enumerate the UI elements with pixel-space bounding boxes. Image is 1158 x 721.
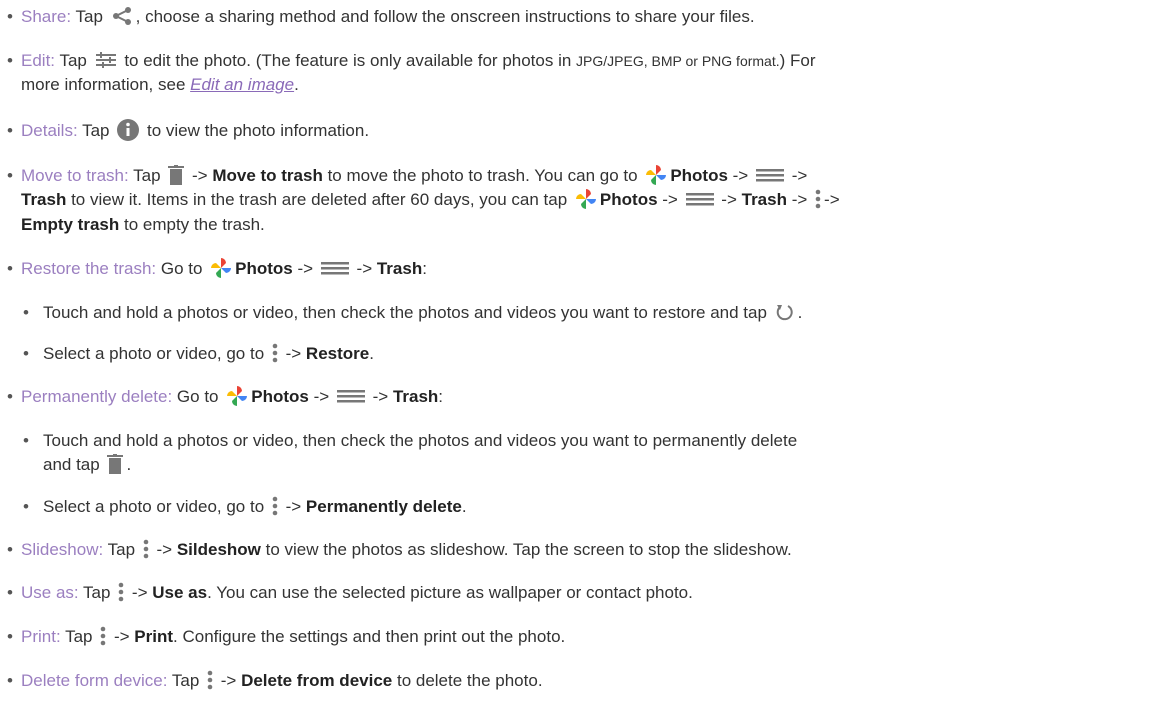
menu-icon xyxy=(685,192,714,206)
bullet: • xyxy=(23,344,29,363)
item-label: Edit: xyxy=(21,51,56,70)
item-label: Slideshow: xyxy=(21,540,104,559)
photos-pinwheel-icon xyxy=(575,188,597,210)
item-label: Move to trash: xyxy=(21,166,129,185)
bullet: • xyxy=(7,583,13,602)
menu-icon xyxy=(320,261,349,275)
more-vert-icon xyxy=(815,189,821,209)
photos-pinwheel-icon xyxy=(226,385,248,407)
trash-icon xyxy=(168,164,185,185)
bullet: • xyxy=(7,387,13,406)
menu-icon xyxy=(336,389,365,403)
edit-sliders-icon xyxy=(95,51,117,69)
share-icon xyxy=(111,6,133,26)
more-vert-icon xyxy=(272,343,278,363)
more-vert-icon xyxy=(207,670,213,690)
bullet: • xyxy=(7,166,13,185)
bullet: • xyxy=(7,7,13,26)
item-label: Use as: xyxy=(21,583,79,602)
menu-icon xyxy=(755,168,784,182)
bullet: • xyxy=(7,51,13,70)
item-label: Print: xyxy=(21,627,61,646)
edit-image-link[interactable]: Edit an image xyxy=(190,75,294,94)
more-vert-icon xyxy=(118,582,124,602)
bullet: • xyxy=(7,121,13,140)
bullet: • xyxy=(7,627,13,646)
item-label: Permanently delete: xyxy=(21,387,173,406)
bullet: • xyxy=(7,540,13,559)
item-label: Details: xyxy=(21,121,78,140)
item-label: Delete form device: xyxy=(21,671,168,690)
bullet: • xyxy=(23,303,29,322)
restore-icon xyxy=(775,302,795,322)
trash-icon xyxy=(107,453,124,474)
bullet: • xyxy=(7,671,13,690)
photos-pinwheel-icon xyxy=(645,164,667,186)
item-label: Restore the trash: xyxy=(21,259,157,278)
more-vert-icon xyxy=(143,539,149,559)
bullet: • xyxy=(7,259,13,278)
photos-pinwheel-icon xyxy=(210,257,232,279)
bullet: • xyxy=(23,497,29,516)
more-vert-icon xyxy=(272,496,278,516)
bullet: • xyxy=(23,431,29,450)
info-icon xyxy=(117,118,140,141)
more-vert-icon xyxy=(100,626,106,646)
item-label: Share: xyxy=(21,7,72,26)
